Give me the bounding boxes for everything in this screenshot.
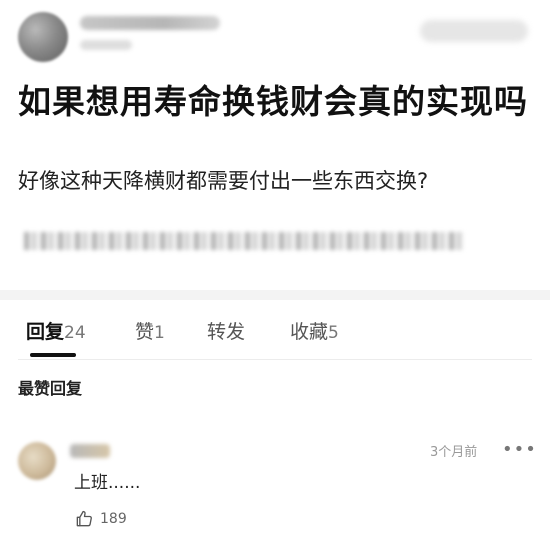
top-replies-heading: 最赞回复 bbox=[18, 379, 83, 398]
post-title: 如果想用寿命换钱财会真的实现吗 bbox=[18, 82, 528, 121]
tabs-divider bbox=[18, 359, 532, 360]
tab-replies-label: 回复 bbox=[26, 321, 65, 343]
comment-like-button[interactable]: 189 bbox=[74, 508, 127, 530]
tab-favorites-label: 收藏 bbox=[290, 321, 329, 343]
post-card: 如果想用寿命换钱财会真的实现吗 好像这种天降横财都需要付出一些东西交换? bbox=[0, 0, 550, 290]
tab-likes-count: 1 bbox=[154, 323, 165, 343]
follow-button-blurred[interactable] bbox=[420, 20, 528, 42]
post-body: 好像这种天降横财都需要付出一些东西交换? bbox=[18, 169, 429, 193]
post-tabs: 回复24 赞1 转发 收藏5 bbox=[0, 300, 550, 360]
active-tab-indicator bbox=[30, 353, 76, 357]
tab-forwards-label: 转发 bbox=[207, 321, 246, 343]
author-meta-blurred bbox=[80, 40, 132, 50]
more-dots-icon[interactable]: ••• bbox=[502, 440, 537, 460]
comment-text: 上班...... bbox=[74, 473, 141, 493]
tab-replies-count: 24 bbox=[64, 323, 86, 343]
comment-like-count: 189 bbox=[100, 511, 127, 527]
section-separator bbox=[0, 290, 550, 300]
tab-likes[interactable]: 赞1 bbox=[135, 320, 165, 345]
tab-replies[interactable]: 回复24 bbox=[26, 320, 86, 345]
tab-likes-label: 赞 bbox=[135, 321, 155, 343]
blurred-text-line bbox=[24, 232, 464, 250]
thumbs-up-icon bbox=[74, 509, 94, 529]
tab-favorites-count: 5 bbox=[328, 323, 339, 343]
commenter-avatar[interactable] bbox=[18, 442, 56, 480]
author-name-blurred[interactable] bbox=[80, 16, 220, 30]
comment-time: 3个月前 bbox=[430, 445, 478, 460]
tab-forwards[interactable]: 转发 bbox=[207, 320, 245, 344]
author-avatar[interactable] bbox=[18, 12, 68, 62]
comment-item: 3个月前 ••• 上班...... 189 bbox=[0, 430, 550, 535]
tab-favorites[interactable]: 收藏5 bbox=[290, 320, 339, 345]
commenter-name-blurred[interactable] bbox=[70, 444, 110, 458]
